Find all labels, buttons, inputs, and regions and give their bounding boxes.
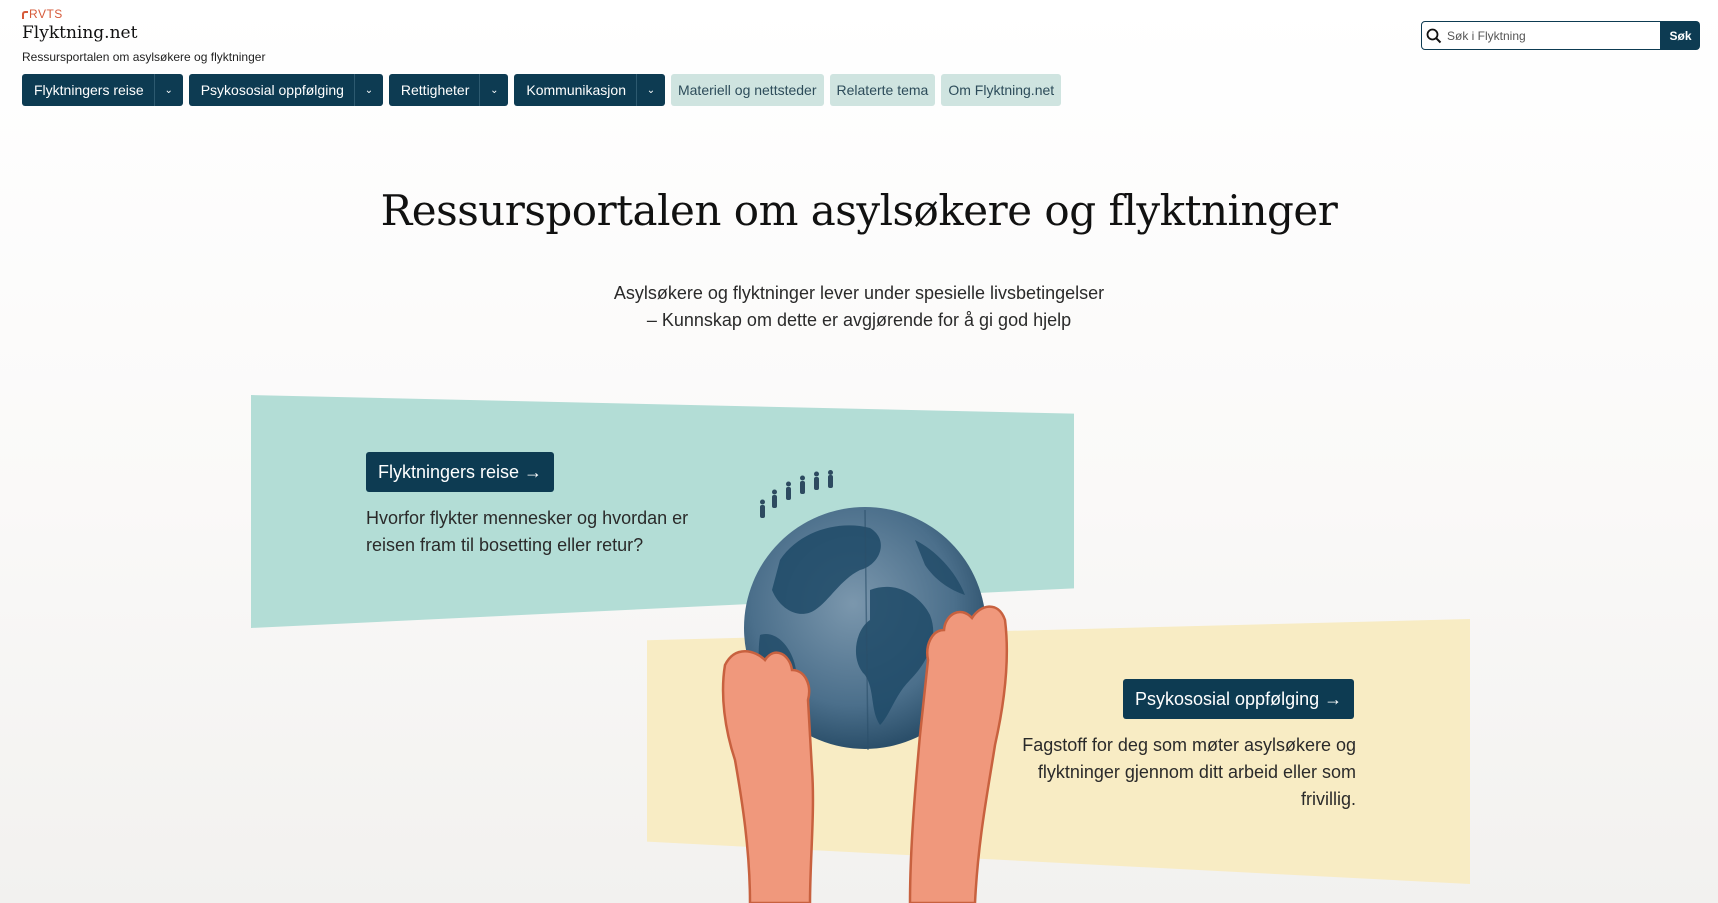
search-icon	[1426, 28, 1442, 43]
nav-link-psykososial-oppfolging[interactable]: Psykososial oppfølging	[189, 74, 354, 106]
nav-link-rettigheter[interactable]: Rettigheter	[389, 74, 479, 106]
nav-item-psykososial-oppfolging: Psykososial oppfølging ⌄	[188, 74, 383, 106]
nav-link-relaterte-tema[interactable]: Relaterte tema	[830, 74, 936, 106]
nav-item-om-flyktning[interactable]: Om Flyktning.net	[941, 74, 1062, 106]
nav-link-kommunikasjon[interactable]: Kommunikasjon	[514, 74, 636, 106]
card-button-flyktningers-reise[interactable]: Flyktningers reise →	[366, 452, 555, 492]
nav-item-rettigheter: Rettigheter ⌄	[388, 74, 509, 106]
main-nav: Flyktningers reise ⌄ Psykososial oppfølg…	[22, 74, 1062, 106]
nav-item-kommunikasjon: Kommunikasjon ⌄	[514, 74, 665, 106]
card-text-flyktningers-reise: Hvorfor flykter mennesker og hvordan er …	[366, 508, 689, 555]
chevron-down-icon[interactable]: ⌄	[479, 74, 508, 106]
nav-link-om-flyktning[interactable]: Om Flyktning.net	[941, 74, 1061, 106]
search-input[interactable]	[1447, 28, 1647, 43]
card-text-psykososial-oppfolging: Fagstoff for deg som møter asylsøkere og…	[1022, 735, 1356, 809]
site-header: RVTS Flyktning.net Ressursportalen om as…	[22, 8, 265, 64]
rvts-logo-text: RVTS	[29, 7, 63, 21]
chevron-down-icon[interactable]: ⌄	[153, 74, 183, 106]
hero-subtitle-line1: Asylsøkere og flyktninger lever under sp…	[613, 283, 1105, 303]
hero-subtitle: Asylsøkere og flyktninger lever under sp…	[0, 280, 1718, 334]
search-form: Søk	[1421, 21, 1700, 50]
nav-item-flyktningers-reise: Flyktningers reise ⌄	[22, 74, 183, 106]
hero-subtitle-line2: – Kunnskap om dette er avgjørende for å …	[646, 310, 1072, 330]
globe-hands-illustration	[721, 470, 1009, 903]
search-box[interactable]	[1421, 21, 1661, 50]
nav-link-materiell[interactable]: Materiell og nettsteder	[671, 74, 824, 106]
site-tagline: Ressursportalen om asylsøkere og flyktni…	[22, 50, 266, 64]
page-title: Ressursportalen om asylsøkere og flyktni…	[380, 186, 1338, 235]
chevron-down-icon[interactable]: ⌄	[635, 74, 665, 106]
rvts-mark-icon	[22, 11, 28, 19]
chevron-down-icon[interactable]: ⌄	[353, 74, 383, 106]
card-button-psykososial-oppfolging[interactable]: Psykososial oppfølging →	[1123, 679, 1355, 719]
search-button[interactable]: Søk	[1661, 21, 1700, 50]
nav-item-materiell[interactable]: Materiell og nettsteder	[670, 74, 824, 106]
rvts-logo[interactable]: RVTS	[22, 8, 265, 20]
site-name[interactable]: Flyktning.net	[22, 22, 265, 44]
nav-link-flyktningers-reise[interactable]: Flyktningers reise	[22, 74, 154, 106]
nav-item-relaterte-tema[interactable]: Relaterte tema	[829, 74, 936, 106]
